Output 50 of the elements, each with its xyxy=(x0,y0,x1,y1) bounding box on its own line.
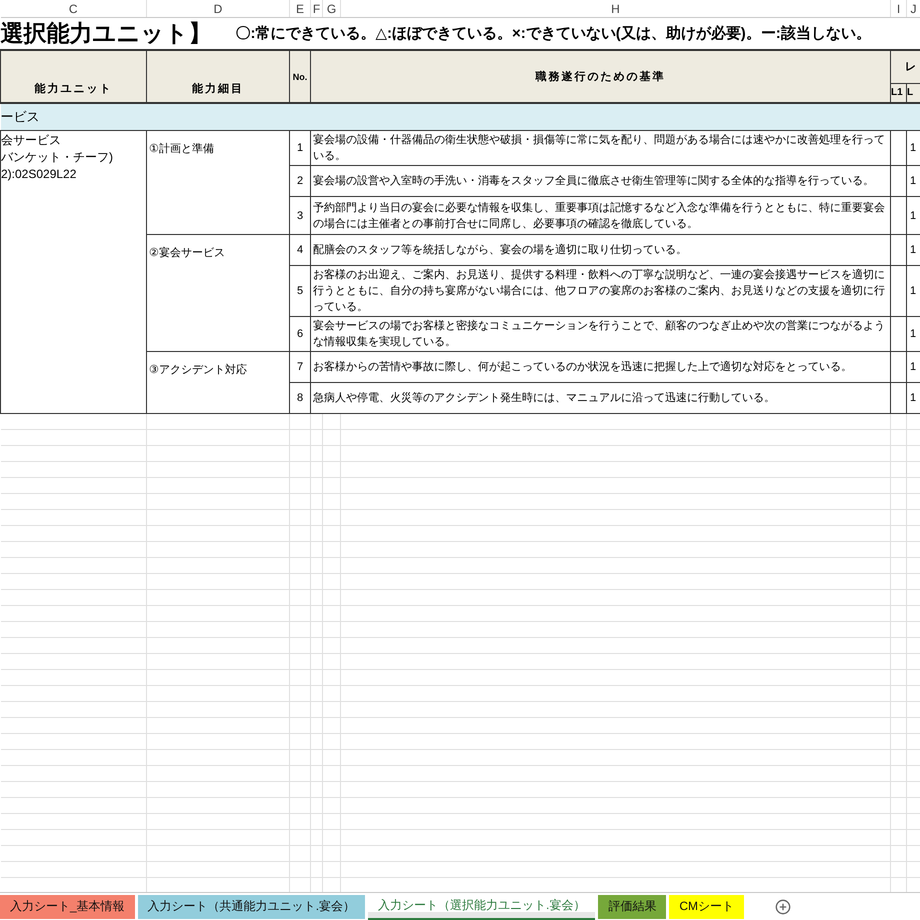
level-value: 1 xyxy=(910,328,916,340)
number-text: 6 xyxy=(296,328,304,340)
header-cell: レ xyxy=(890,50,920,83)
column-header[interactable]: C xyxy=(0,0,146,18)
column-header[interactable]: F xyxy=(310,0,322,18)
criteria-text: 宴会場の設営や入室時の手洗い・消毒をスタッフ全員に徹底させ衛生管理等に関する全体的な指導を行っている。 xyxy=(313,175,874,187)
detail-text: ①計画と準備 xyxy=(149,143,214,155)
number-text: 5 xyxy=(296,285,304,297)
header-cell: No. xyxy=(290,50,310,103)
unit-text: 会サービス xyxy=(2,132,62,149)
add-sheet-icon[interactable] xyxy=(775,898,792,914)
level-value: 1 xyxy=(910,210,916,222)
column-header[interactable]: G xyxy=(322,0,340,18)
detail-text: ②宴会サービス xyxy=(149,247,225,259)
number-text: 7 xyxy=(296,361,304,373)
sheet-title: 選択能力ユニット】 xyxy=(0,19,212,48)
sheet-tab[interactable]: 入力シート_基本情報 xyxy=(0,894,135,918)
unit-text: 2):02S029L22 xyxy=(2,166,78,183)
sheet-tab[interactable]: 入力シート（共通能力ユニット.宴会） xyxy=(138,894,366,918)
criteria-text: 宴会場の設備・什器備品の衛生状態や破損・損傷等に常に気を配り、問題がある場合には速やかに改善処理を行っている。 xyxy=(313,134,885,162)
level-value: 1 xyxy=(910,142,916,154)
column-header[interactable]: J xyxy=(906,0,920,18)
sheet-tab[interactable]: CMシート xyxy=(669,894,744,918)
header-cell: 職務遂行のための基準 xyxy=(310,50,890,103)
level-value: 1 xyxy=(910,244,916,256)
section-row: ービス xyxy=(0,103,920,130)
detail-text: ③アクシデント対応 xyxy=(149,364,247,376)
level-value: 1 xyxy=(910,285,916,297)
level-value: 1 xyxy=(910,392,916,404)
number-text: 1 xyxy=(296,142,304,154)
column-header[interactable]: I xyxy=(890,0,906,18)
criteria-text: お客様からの苦情や事故に際し、何が起こっているのか状況を迅速に把握した上で適切な対応をとっている。 xyxy=(313,361,852,373)
column-header[interactable]: E xyxy=(290,0,310,18)
number-text: 2 xyxy=(296,175,304,187)
criteria-text: 宴会サービスの場でお客様と密接なコミュニケーションを行うことで、顧客のつなぎ止めや次の営業につながるような情報収集を実現している。 xyxy=(313,320,885,348)
number-text: 3 xyxy=(296,210,304,222)
criteria-text: お客様のお出迎え、ご案内、お見送り、提供する料理・飲料への丁寧な説明など、一連の宴会接遇サービスを適切に行うとともに、自分の持ち宴席がない場合には、他フロアの宴席のお客様のご案内、お見送りなどの支援を適切に行っている。 xyxy=(313,269,885,313)
header-cell: 能力細目 xyxy=(146,50,290,103)
level-value: 1 xyxy=(910,175,916,187)
number-text: 4 xyxy=(296,244,304,256)
legend-text: 〇:常にできている。△:ほぼできている。×:できていない(又は、助けが必要)。ー:該当しない。 xyxy=(236,24,871,43)
criteria-text: 急病人や停電、火災等のアクシデント発生時には、マニュアルに沿って迅速に行動している。 xyxy=(313,392,775,404)
criteria-text: 配膳会のスタッフ等を統括しながら、宴会の場を適切に取り仕切っている。 xyxy=(313,244,687,256)
level-value: 1 xyxy=(910,361,916,373)
sheet-tab[interactable]: 評価結果 xyxy=(598,894,666,918)
header-cell: 能力ユニット xyxy=(0,50,146,103)
number-text: 8 xyxy=(296,392,304,404)
criteria-text: 予約部門より当日の宴会に必要な情報を収集し、重要事項は記憶するなど入念な準備を行うとともに、特に重要宴会の場合には主催者との事前打合せに同席し、必要事項の確認を徹底している。 xyxy=(313,202,885,230)
column-header[interactable]: D xyxy=(146,0,290,18)
column-header[interactable]: H xyxy=(340,0,890,18)
